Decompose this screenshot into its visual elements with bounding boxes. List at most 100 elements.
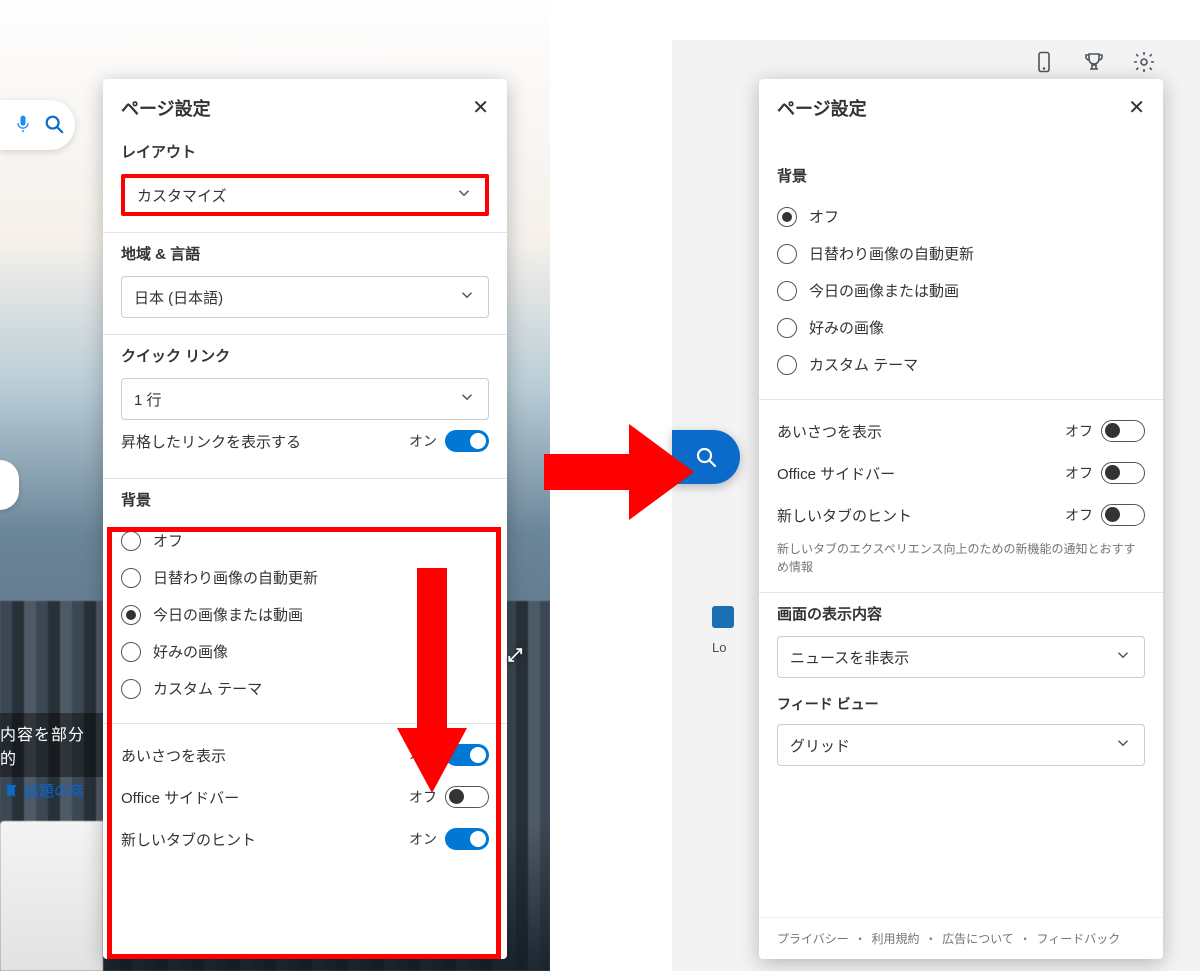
trophy-icon[interactable] [1082,50,1106,77]
section-title-layout: レイアウト [121,141,489,162]
toggle-switch[interactable] [1101,462,1145,484]
toggle-label: あいさつを表示 [121,745,226,766]
search-bubble-fragment [0,460,19,510]
dropdown-value: 1 行 [134,389,162,410]
page-settings-panel-left: ページ設定 ✕ レイアウト カスタマイズ 地域 & 言語 日本 (日本語) クイ… [103,79,507,959]
toggle-switch[interactable] [445,430,489,452]
radio-circle-icon [121,531,141,551]
canvas: 4 ページ設定 ✕ レイアウト カスタマイズ 地域 & 言語 日本 (日本語) [0,0,1200,971]
mobile-icon[interactable] [1032,50,1056,77]
toggle-state-text: オフ [1065,505,1093,525]
toggle-label: Office サイドバー [777,463,895,484]
toggle-label: 新しいタブのヒント [777,505,912,526]
footer-link[interactable]: 広告について [942,932,1014,946]
feed-view-dropdown[interactable]: グリッド [777,724,1145,766]
chevron-down-icon [458,286,476,308]
section-title-quicklinks: クイック リンク [121,345,489,366]
toggle-switch[interactable] [1101,420,1145,442]
radio-circle-icon [777,281,797,301]
fragment-text: Lo [712,640,726,655]
radio-option[interactable]: 日替わり画像の自動更新 [777,235,1145,272]
radio-label: カスタム テーマ [153,678,262,699]
toggle-state-text: オン [409,829,437,849]
app-tile-fragment [712,606,734,628]
radio-label: 日替わり画像の自動更新 [809,243,974,264]
radio-option[interactable]: カスタム テーマ [777,346,1145,383]
hint-text: 新しいタブのエクスペリエンス向上のための新機能の通知とおすすめ情報 [777,540,1145,576]
radio-label: 好みの画像 [153,641,228,662]
trending-link[interactable]: 話題の商 [0,780,103,801]
quicklinks-dropdown[interactable]: 1 行 [121,378,489,420]
toggle-state-text: オン [409,431,437,451]
scroll-down-arrow [397,568,467,798]
toggle-state-text: オフ [1065,463,1093,483]
chevron-down-icon [1114,646,1132,668]
section-title-region: 地域 & 言語 [121,243,489,264]
promoted-links-toggle-row: 昇格したリンクを表示する オン [121,420,489,462]
radio-option[interactable]: 好みの画像 [777,309,1145,346]
toggle-row: あいさつを表示 オフ [777,410,1145,452]
section-title-background: 背景 [777,165,1145,186]
expand-icon[interactable]: ⤢ [508,645,522,666]
footer-link[interactable]: プライバシー [777,932,849,946]
layout-dropdown[interactable]: カスタマイズ [121,174,489,216]
section-title-feed-view: フィード ビュー [777,694,1145,714]
footer-links: プライバシー ・ 利用規約 ・ 広告について ・ フィードバック [759,917,1163,959]
panel-scroll[interactable]: レイアウト カスタマイズ 地域 & 言語 日本 (日本語) クイック リンク 1… [103,131,507,959]
close-icon[interactable]: ✕ [472,98,489,118]
radio-label: オフ [809,206,839,227]
dropdown-value: グリッド [790,735,850,756]
toggle-row: 新しいタブのヒント オフ [777,494,1145,536]
search-icon[interactable] [43,113,65,138]
chevron-down-icon [455,184,473,206]
radio-option[interactable]: オフ [777,198,1145,235]
radio-circle-icon [777,207,797,227]
region-dropdown[interactable]: 日本 (日本語) [121,276,489,318]
toggle-label: 昇格したリンクを表示する [121,431,301,452]
toggle-label: Office サイドバー [121,787,239,808]
radio-option[interactable]: 今日の画像または動画 [777,272,1145,309]
overlay-caption: 内容を部分的 [0,713,103,777]
product-image-blur [0,821,103,971]
toggle-state-text: オフ [1065,421,1093,441]
trending-link-text: 話題の商 [24,780,84,801]
panel-title: ページ設定 [121,95,211,121]
page-settings-panel-right: ページ設定 ✕ 背景 オフ日替わり画像の自動更新今日の画像または動画好みの画像カ… [759,79,1163,959]
panel-title: ページ設定 [777,95,867,121]
panel-scroll[interactable]: 背景 オフ日替わり画像の自動更新今日の画像または動画好みの画像カスタム テーマ … [759,131,1163,917]
radio-label: 日替わり画像の自動更新 [153,567,318,588]
radio-label: オフ [153,530,183,551]
radio-circle-icon [121,568,141,588]
transition-arrow-icon [544,424,694,520]
radio-label: 好みの画像 [809,317,884,338]
toggle-switch[interactable] [445,828,489,850]
radio-option[interactable]: オフ [121,522,489,559]
radio-circle-icon [777,244,797,264]
dropdown-value: 日本 (日本語) [134,287,223,308]
search-tab [0,100,75,150]
gear-icon[interactable] [1132,50,1156,77]
toggle-row: 新しいタブのヒント オン [121,818,489,860]
radio-label: 今日の画像または動画 [809,280,959,301]
microphone-icon[interactable] [13,114,33,137]
radio-circle-icon [777,318,797,338]
toggle-label: あいさつを表示 [777,421,882,442]
topbar-right [1032,50,1156,77]
footer-link[interactable]: フィードバック [1036,932,1120,946]
radio-circle-icon [121,679,141,699]
radio-circle-icon [777,355,797,375]
radio-circle-icon [121,642,141,662]
section-title-screen-content: 画面の表示内容 [777,603,1145,624]
toggle-row: Office サイドバー オフ [777,452,1145,494]
section-title-background: 背景 [121,489,489,510]
dropdown-value: カスタマイズ [137,185,227,206]
radio-label: カスタム テーマ [809,354,918,375]
chevron-down-icon [1114,734,1132,756]
content-display-dropdown[interactable]: ニュースを非表示 [777,636,1145,678]
close-icon[interactable]: ✕ [1128,98,1145,118]
radio-label: 今日の画像または動画 [153,604,303,625]
toggle-label: 新しいタブのヒント [121,829,256,850]
toggle-switch[interactable] [1101,504,1145,526]
footer-link[interactable]: 利用規約 [871,932,919,946]
dropdown-value: ニュースを非表示 [790,647,909,668]
